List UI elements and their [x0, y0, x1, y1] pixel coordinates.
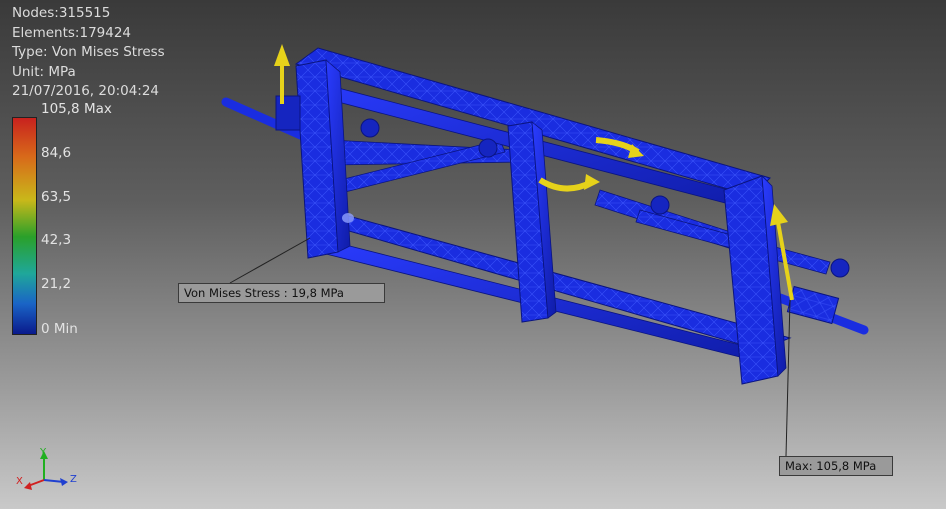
axis-z-label: Z — [70, 474, 77, 485]
von-mises-probe-label[interactable]: Von Mises Stress : 19,8 MPa — [178, 283, 385, 303]
probe-leader-line — [229, 237, 311, 284]
axis-y-label: Y — [39, 447, 47, 458]
model-viewport[interactable] — [0, 0, 946, 509]
max-probe-label[interactable]: Max: 105,8 MPa — [779, 456, 893, 476]
frame-model — [221, 47, 869, 385]
probe-leader-line — [785, 299, 791, 457]
force-arrow-icon — [274, 44, 290, 66]
view-triad-icon[interactable]: Y X Z — [14, 446, 84, 496]
axis-x-label: X — [16, 476, 23, 487]
moment-arrow-icon — [584, 174, 600, 190]
